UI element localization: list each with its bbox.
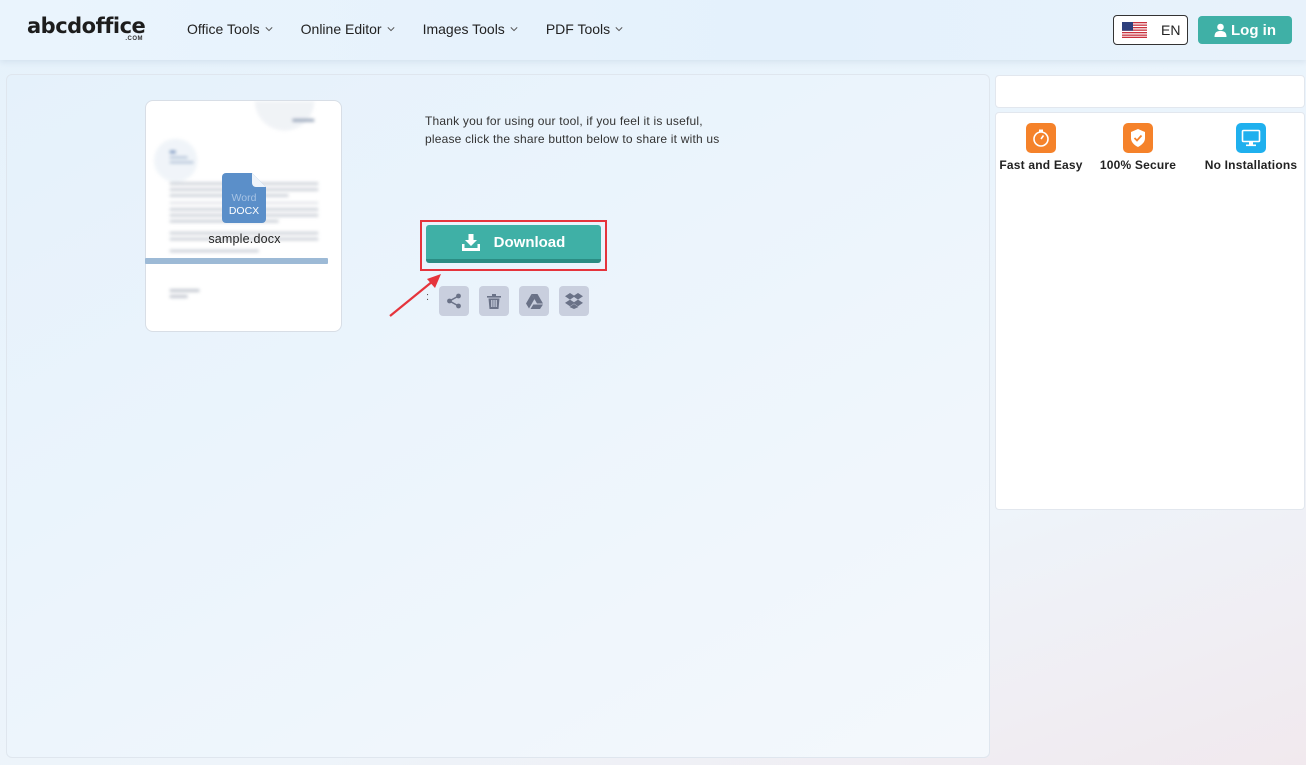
- file-type-word: Word: [232, 192, 257, 204]
- feature-fast-and-easy: Fast and Easy: [998, 123, 1084, 172]
- us-flag-icon: [1122, 22, 1147, 38]
- login-button[interactable]: Log in: [1198, 16, 1292, 44]
- trash-icon: [487, 293, 501, 309]
- thank-you-message: Thank you for using our tool, if you fee…: [425, 112, 755, 148]
- share-icon: [447, 293, 461, 309]
- monitor-icon: [1236, 123, 1266, 153]
- shield-check-icon: [1123, 123, 1153, 153]
- feature-label: 100% Secure: [1099, 158, 1177, 172]
- file-type-ext: DOCX: [229, 205, 259, 217]
- share-actions: [439, 286, 599, 316]
- nav-pdf-tools[interactable]: PDF Tools: [546, 20, 623, 38]
- file-name: sample.docx: [208, 232, 281, 246]
- thank-you-line-1: Thank you for using our tool, if you fee…: [425, 114, 703, 128]
- feature-label: No Installations: [1204, 158, 1298, 172]
- user-icon: [1214, 23, 1227, 37]
- nav-images-tools[interactable]: Images Tools: [423, 20, 518, 38]
- login-label: Log in: [1231, 21, 1276, 39]
- download-icon: [461, 233, 480, 251]
- dropbox-icon: [565, 293, 583, 309]
- dropbox-button[interactable]: [559, 286, 589, 316]
- chevron-down-icon: [387, 27, 395, 32]
- delete-button[interactable]: [479, 286, 509, 316]
- site-header: abcdoffice .COM Office Tools Online Edit…: [0, 0, 1306, 60]
- logo-sub-text: .COM: [125, 36, 143, 42]
- nav-label: Office Tools: [187, 21, 260, 37]
- language-label: EN: [1161, 22, 1181, 38]
- nav-online-editor[interactable]: Online Editor: [301, 20, 395, 38]
- result-panel: Word DOCX sample.docx Thank you for usin…: [6, 74, 990, 758]
- document-progress-bar: [145, 258, 328, 264]
- language-selector[interactable]: EN: [1113, 15, 1188, 45]
- pointer-arrow-icon: [389, 274, 441, 317]
- feature-label: Fast and Easy: [999, 158, 1083, 172]
- google-drive-icon: [525, 293, 543, 309]
- feature-secure: 100% Secure: [1098, 123, 1178, 172]
- main-nav: Office Tools Online Editor Images Tools …: [187, 20, 651, 38]
- download-button[interactable]: Download: [426, 225, 601, 263]
- abcdoffice-logo[interactable]: abcdoffice .COM: [27, 14, 147, 46]
- nav-office-tools[interactable]: Office Tools: [187, 20, 273, 38]
- download-label: Download: [493, 233, 566, 251]
- docx-file-icon: Word DOCX: [222, 173, 266, 223]
- logo-text: abcdoffice: [27, 14, 146, 38]
- nav-label: Images Tools: [422, 21, 505, 37]
- chevron-down-icon: [265, 27, 273, 32]
- side-panel-top: [995, 75, 1305, 108]
- document-preview: Word DOCX sample.docx: [145, 100, 342, 332]
- share-separator: :: [426, 291, 430, 303]
- feature-no-installations: No Installations: [1201, 123, 1301, 172]
- share-button[interactable]: [439, 286, 469, 316]
- nav-label: Online Editor: [300, 21, 382, 37]
- nav-label: PDF Tools: [545, 21, 611, 37]
- stopwatch-icon: [1026, 123, 1056, 153]
- chevron-down-icon: [615, 27, 623, 32]
- features-panel: Fast and Easy 100% Secure No Installatio…: [995, 112, 1305, 510]
- chevron-down-icon: [510, 27, 518, 32]
- thank-you-line-2: please click the share button below to s…: [425, 132, 720, 146]
- google-drive-button[interactable]: [519, 286, 549, 316]
